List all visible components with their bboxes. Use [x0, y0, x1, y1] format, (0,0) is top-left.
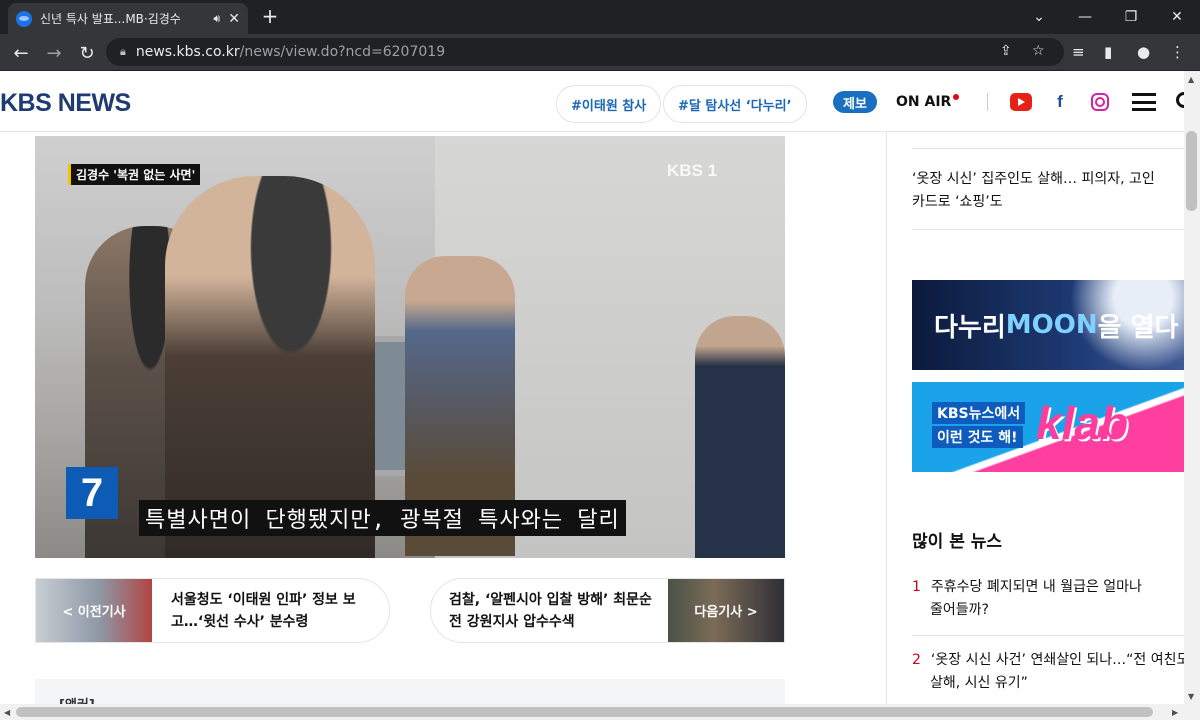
live-dot-icon [953, 94, 960, 100]
on-air-link[interactable]: ON AIR [896, 94, 960, 110]
facebook-icon[interactable]: f [1049, 92, 1071, 111]
minimize-icon[interactable]: — [1062, 0, 1108, 34]
report-button[interactable]: 제보 [833, 91, 877, 113]
restore-icon[interactable]: ❐ [1108, 0, 1154, 34]
popular-news-item[interactable]: 1 주휴수당 폐지되면 내 월급은 얼마나줄어들까? [912, 576, 1184, 622]
next-article-thumbnail: 다음기사 > [668, 579, 784, 642]
new-tab-button[interactable]: + [258, 4, 282, 28]
hamburger-menu-icon[interactable] [1132, 93, 1156, 111]
video-subtitle: 특별사면이 단행됐지만, 광복절 특사와는 달리 [139, 500, 626, 536]
share-icon[interactable]: ⇪ [1000, 43, 1012, 59]
tab-title: 신년 특사 발표...MB·김경수 [40, 12, 181, 26]
previous-article-card[interactable]: < 이전기사 서울청도 ‘이태원 인파’ 정보 보고…‘윗선 수사’ 분수령 [35, 578, 390, 643]
vertical-scroll-thumb[interactable] [1186, 131, 1197, 211]
scroll-right-arrow-icon[interactable]: ▶ [1172, 708, 1178, 717]
channel-number-badge: 7 [66, 467, 118, 519]
video-top-caption: 김경수 '복권 없는 사면' [68, 164, 201, 185]
popular-title-line1: 주휴수당 폐지되면 내 월급은 얼마나 [930, 579, 1142, 595]
popular-title-line1: ‘옷장 시신 사건’ 연쇄살인 되나…“전 여친도 [930, 652, 1184, 668]
hashtag-danuri[interactable]: #달 탐사선 ‘다누리’ [663, 85, 807, 123]
next-article-card[interactable]: 검찰, ‘알펜시아 입찰 방해’ 최문순 전 강원지사 압수수색 다음기사 > [430, 578, 785, 643]
banner-text-c: 을 열다 [1097, 312, 1179, 343]
site-header: KBS NEWS #이태원 참사 #달 탐사선 ‘다누리’ 제보 ON AIR … [0, 71, 1184, 132]
url-path: /news/view.do?ncd=6207019 [239, 44, 446, 60]
popular-news-heading: 많이 본 뉴스 [912, 532, 1003, 552]
previous-article-label: < 이전기사 [62, 605, 126, 620]
popular-title-line2: 살해, 시신 유기” [930, 675, 1028, 691]
next-article-label: 다음기사 > [694, 605, 758, 620]
side-panel-icon[interactable]: ▮ [1104, 43, 1112, 61]
banner-text-moon: MOON [1005, 310, 1098, 340]
back-arrow-icon[interactable]: ← [8, 40, 34, 66]
scroll-left-arrow-icon[interactable]: ◀ [4, 708, 10, 717]
scroll-up-arrow-icon[interactable]: ▲ [1188, 75, 1194, 84]
sidebar-divider [886, 132, 887, 704]
sidebar-rule [912, 229, 1184, 230]
youtube-icon[interactable] [1010, 93, 1032, 111]
bookmark-star-icon[interactable]: ☆ [1032, 43, 1045, 59]
news-video-player[interactable]: 김경수 '복권 없는 사면' KBS 1 7 특별사면이 단행됐지만, 광복절 … [35, 136, 785, 558]
hashtag-itaewon[interactable]: #이태원 참사 [556, 85, 662, 123]
klab-logo: klab [1036, 397, 1129, 449]
instagram-icon[interactable] [1091, 93, 1109, 111]
kbs-favicon-icon [16, 10, 32, 27]
rank-number: 2 [912, 652, 921, 668]
klab-line2: 이런 것도 해! [932, 426, 1023, 448]
browser-toolbar: ← → ↻ 🔒︎ news.kbs.co.kr/news/view.do?ncd… [0, 34, 1200, 71]
banner-text-a: 다누리 [934, 312, 1006, 343]
sidebar-news-link[interactable]: ‘옷장 시신’ 집주인도 살해… 피의자, 고인카드로 ‘쇼핑’도 [912, 168, 1184, 214]
media-control-icon[interactable]: ≡ [1072, 43, 1085, 61]
popular-title-line2: 줄어들까? [930, 602, 989, 618]
previous-article-thumbnail: < 이전기사 [36, 579, 152, 642]
previous-article-title: 서울청도 ‘이태원 인파’ 정보 보고…‘윗선 수사’ 분수령 [171, 592, 356, 630]
reload-icon[interactable]: ↻ [74, 40, 100, 66]
tab-search-icon[interactable]: ⌄ [1016, 0, 1062, 34]
kbs-news-logo[interactable]: KBS NEWS [0, 89, 131, 118]
video-cameraman [695, 316, 785, 558]
on-air-label: ON AIR [896, 94, 952, 110]
anchor-label: [앵커] [59, 694, 95, 704]
web-page: KBS NEWS #이태원 참사 #달 탐사선 ‘다누리’ 제보 ON AIR … [0, 71, 1184, 704]
horizontal-scroll-thumb[interactable] [16, 707, 1153, 717]
close-tab-icon[interactable]: ✕ [228, 11, 240, 27]
profile-icon[interactable]: ● [1137, 43, 1150, 61]
next-article-title: 검찰, ‘알펜시아 입찰 방해’ 최문순 전 강원지사 압수수색 [449, 592, 652, 630]
popular-news-item[interactable]: 2 ‘옷장 시신 사건’ 연쇄살인 되나…“전 여친도살해, 시신 유기” [912, 649, 1184, 695]
klab-banner[interactable]: KBS뉴스에서 이런 것도 해! klab [912, 382, 1184, 472]
audio-playing-icon[interactable]: 🔊︎ [213, 12, 220, 26]
lock-icon[interactable]: 🔒︎ [120, 45, 126, 59]
forward-arrow-icon[interactable]: → [41, 40, 67, 66]
danuri-moon-banner[interactable]: 다누리 MOON 을 열다 [912, 280, 1184, 370]
url-host: news.kbs.co.kr [135, 44, 240, 60]
active-tab[interactable]: 신년 특사 발표...MB·김경수 🔊︎ ✕ [8, 3, 248, 34]
close-window-icon[interactable]: ✕ [1154, 0, 1200, 34]
kbs1-watermark: KBS 1 [667, 161, 718, 180]
scroll-down-arrow-icon[interactable]: ▼ [1188, 692, 1194, 701]
sidebar-news-line1: ‘옷장 시신’ 집주인도 살해… 피의자, 고인 [912, 171, 1155, 187]
klab-line1: KBS뉴스에서 [932, 402, 1026, 424]
sidebar-rule [912, 635, 1184, 636]
sidebar-news-line2: 카드로 ‘쇼핑’도 [912, 194, 1003, 210]
more-menu-icon[interactable]: ⋮ [1170, 43, 1185, 61]
search-icon[interactable] [1176, 92, 1184, 108]
header-divider [987, 93, 988, 111]
tab-strip: 신년 특사 발표...MB·김경수 🔊︎ ✕ + ⌄ — ❐ ✕ [0, 0, 1200, 34]
rank-number: 1 [912, 579, 921, 595]
address-bar[interactable]: 🔒︎ news.kbs.co.kr/news/view.do?ncd=62070… [106, 38, 1064, 66]
sidebar-rule [912, 148, 1184, 149]
article-body: [앵커] [35, 679, 785, 704]
